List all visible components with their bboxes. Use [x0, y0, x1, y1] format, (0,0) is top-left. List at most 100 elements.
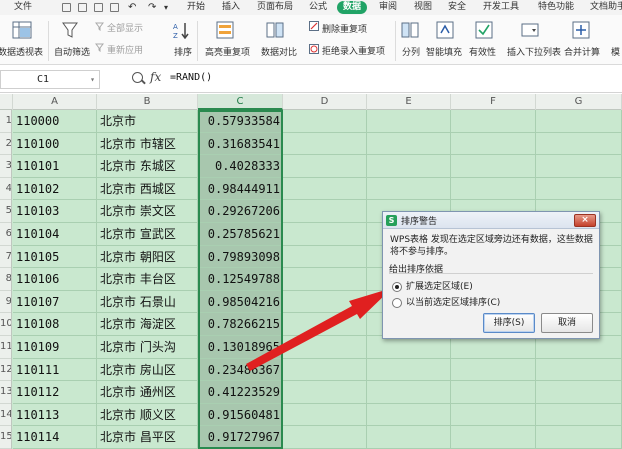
- tab-developer[interactable]: 开发工具: [483, 1, 519, 14]
- row-header[interactable]: 15: [0, 426, 11, 449]
- radio-current[interactable]: [392, 297, 402, 308]
- menu-file[interactable]: 文件: [14, 1, 32, 14]
- cell-b15[interactable]: 北京市 昌平区: [97, 426, 198, 449]
- highlight-duplicates-button[interactable]: 高亮重复项: [205, 45, 250, 58]
- cell-f14[interactable]: [451, 403, 536, 427]
- tab-security[interactable]: 安全: [448, 1, 466, 14]
- cell-d1[interactable]: [283, 110, 367, 133]
- column-header-e[interactable]: E: [367, 94, 451, 110]
- cell-b6[interactable]: 北京市 宣武区: [97, 223, 198, 246]
- consolidate-button[interactable]: 合并计算: [564, 45, 600, 58]
- row-header[interactable]: 7: [0, 246, 11, 269]
- cell-d4[interactable]: [283, 177, 367, 201]
- reapply-button[interactable]: 重新应用: [107, 43, 143, 56]
- tab-insert[interactable]: 插入: [222, 1, 240, 14]
- validity-button[interactable]: 有效性: [469, 45, 496, 58]
- sort-button[interactable]: 排序: [174, 45, 192, 58]
- cell-b11[interactable]: 北京市 门头沟: [97, 336, 198, 359]
- cell-a7[interactable]: 110105: [13, 245, 97, 269]
- cell-b9[interactable]: 北京市 石景山: [97, 290, 198, 314]
- option-current-selection[interactable]: 以当前选定区域排序(C): [392, 295, 500, 308]
- cancel-button[interactable]: 取消: [541, 313, 593, 333]
- validity-icon[interactable]: [475, 21, 493, 39]
- export-icon[interactable]: [78, 3, 87, 12]
- row-header[interactable]: 14: [0, 404, 11, 427]
- cell-g1[interactable]: [536, 110, 622, 133]
- row-header[interactable]: 8: [0, 268, 11, 291]
- cell-g3[interactable]: [536, 155, 622, 178]
- sort-icon[interactable]: A Z: [172, 21, 192, 39]
- cell-f1[interactable]: [451, 110, 536, 133]
- more-icon[interactable]: ▾: [164, 1, 168, 14]
- cell-d8[interactable]: [283, 268, 367, 291]
- cell-b14[interactable]: 北京市 顺义区: [97, 403, 198, 427]
- cell-f15[interactable]: [451, 426, 536, 449]
- split-columns-button[interactable]: 分列: [402, 45, 420, 58]
- row-header[interactable]: 11: [0, 336, 11, 359]
- cell-g11[interactable]: [536, 336, 622, 359]
- insert-dropdown-icon[interactable]: [521, 21, 539, 39]
- cell-e4[interactable]: [367, 177, 451, 201]
- row-header[interactable]: 9: [0, 291, 11, 314]
- filter-icon[interactable]: [62, 21, 78, 39]
- chevron-down-icon[interactable]: ▾: [90, 71, 95, 88]
- save-icon[interactable]: [62, 3, 71, 12]
- column-header-c[interactable]: C: [198, 94, 283, 110]
- cell-b12[interactable]: 北京市 房山区: [97, 358, 198, 382]
- cell-d15[interactable]: [283, 426, 367, 449]
- radio-expand[interactable]: [392, 281, 402, 292]
- pivot-table-button[interactable]: 数据透视表: [0, 45, 43, 58]
- column-header-d[interactable]: D: [283, 94, 367, 110]
- smart-fill-button[interactable]: 智能填充: [426, 45, 462, 58]
- cell-a14[interactable]: 110113: [13, 403, 97, 427]
- cell-c8[interactable]: 0.12549788: [198, 268, 283, 291]
- formula-input[interactable]: =RAND(): [170, 72, 212, 83]
- cell-b3[interactable]: 北京市 东城区: [97, 155, 198, 178]
- cell-e3[interactable]: [367, 155, 451, 178]
- cell-e15[interactable]: [367, 426, 451, 449]
- more-ribbon-button[interactable]: 模: [611, 45, 620, 58]
- cell-e1[interactable]: [367, 110, 451, 133]
- cell-e12[interactable]: [367, 358, 451, 382]
- sort-button[interactable]: 排序(S): [483, 313, 535, 333]
- cell-e14[interactable]: [367, 403, 451, 427]
- reject-duplicates-button[interactable]: 拒绝录入重复项: [322, 44, 385, 57]
- row-header[interactable]: 4: [0, 178, 11, 201]
- cell-d2[interactable]: [283, 132, 367, 156]
- data-compare-icon[interactable]: [266, 21, 284, 39]
- print-icon[interactable]: [94, 3, 103, 12]
- cell-g2[interactable]: [536, 132, 622, 156]
- preview-icon[interactable]: [110, 3, 119, 12]
- tab-doc-assistant[interactable]: 文档助手: [590, 1, 622, 14]
- cell-a4[interactable]: 110102: [13, 177, 97, 201]
- name-box[interactable]: C1 ▾: [0, 70, 100, 89]
- cell-a3[interactable]: 110101: [13, 155, 97, 178]
- dialog-title-bar[interactable]: S 排序警告 ×: [383, 212, 599, 229]
- column-header-b[interactable]: B: [97, 94, 198, 110]
- cell-c12[interactable]: 0.23486367: [198, 358, 283, 382]
- row-header[interactable]: 10: [0, 313, 11, 336]
- cell-a12[interactable]: 110111: [13, 358, 97, 382]
- cell-d5[interactable]: [283, 200, 367, 223]
- select-all-corner[interactable]: [0, 94, 13, 110]
- cell-a6[interactable]: 110104: [13, 223, 97, 246]
- tab-review[interactable]: 审阅: [379, 1, 397, 14]
- cell-b2[interactable]: 北京市 市辖区: [97, 132, 198, 156]
- cell-c14[interactable]: 0.91560481: [198, 403, 283, 427]
- cell-c11[interactable]: 0.13018965: [198, 336, 283, 359]
- cell-f4[interactable]: [451, 177, 536, 201]
- highlight-duplicates-icon[interactable]: [216, 21, 234, 39]
- cell-d13[interactable]: [283, 381, 367, 404]
- option-expand-selection[interactable]: 扩展选定区域(E): [392, 279, 473, 292]
- cell-c10[interactable]: 0.78266215: [198, 313, 283, 336]
- cell-c1[interactable]: 0.57933584: [198, 110, 283, 133]
- row-header[interactable]: 2: [0, 133, 11, 156]
- cell-b10[interactable]: 北京市 海淀区: [97, 313, 198, 336]
- cell-a8[interactable]: 110106: [13, 268, 97, 291]
- close-button[interactable]: ×: [574, 214, 596, 227]
- cell-b4[interactable]: 北京市 西城区: [97, 177, 198, 201]
- cell-d11[interactable]: [283, 336, 367, 359]
- cell-c6[interactable]: 0.25785621: [198, 223, 283, 246]
- tab-special[interactable]: 特色功能: [538, 1, 574, 14]
- cell-e13[interactable]: [367, 381, 451, 404]
